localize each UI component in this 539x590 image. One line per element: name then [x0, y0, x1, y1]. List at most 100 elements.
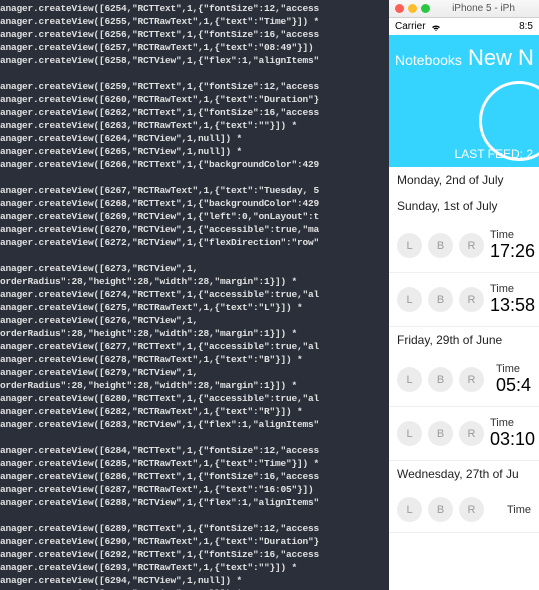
pill-b[interactable]: B — [428, 367, 453, 392]
console-line: anager.createView([6278,"RCTRawText",1,{… — [0, 353, 389, 366]
console-line: anager.createView([6262,"RCTText",1,{"fo… — [0, 106, 389, 119]
feed-time-value: 05:4 — [496, 375, 531, 396]
feed-row[interactable]: LBRTime17:26 — [389, 219, 539, 273]
lbr-group: LBR — [397, 421, 484, 446]
console-line: orderRadius":28,"height":28,"width":28,"… — [0, 275, 389, 288]
pill-r[interactable]: R — [459, 497, 484, 522]
console-line: anager.createView([6259,"RCTText",1,{"fo… — [0, 80, 389, 93]
console-line: anager.createView([6286,"RCTText",1,{"fo… — [0, 470, 389, 483]
app-header: Notebooks New N LAST FEED: 2 — [389, 35, 539, 167]
console-line: anager.createView([6268,"RCTText",1,{"ba… — [0, 197, 389, 210]
console-line: anager.createView([6273,"RCTView",1, — [0, 262, 389, 275]
pill-r[interactable]: R — [459, 367, 484, 392]
console-line: anager.createView([6272,"RCTView",1,{"fl… — [0, 236, 389, 249]
pill-r[interactable]: R — [459, 421, 484, 446]
console-line: anager.createView([6270,"RCTView",1,{"ac… — [0, 223, 389, 236]
status-bar: Carrier 8:5 — [389, 18, 539, 35]
nav-back-button[interactable]: Notebooks — [395, 52, 462, 68]
console-line: orderRadius":28,"height":28,"width":28,"… — [0, 327, 389, 340]
console-line: anager.createView([6277,"RCTText",1,{"ac… — [0, 340, 389, 353]
pill-l[interactable]: L — [397, 497, 422, 522]
pill-r[interactable]: R — [459, 233, 484, 258]
day-header: Wednesday, 27th of Ju — [389, 461, 539, 487]
status-time: 8:5 — [519, 21, 533, 32]
feed-time-label: Time — [490, 417, 535, 429]
console-line: anager.createView([6266,"RCTText",1,{"ba… — [0, 158, 389, 171]
feed-time-value: 13:58 — [490, 295, 535, 316]
feed-row[interactable]: LBRTime13:58 — [389, 273, 539, 327]
console-line: anager.createView([6289,"RCTText",1,{"fo… — [0, 522, 389, 535]
console-line — [0, 249, 389, 262]
window-maximize-button[interactable] — [421, 4, 430, 13]
console-line: anager.createView([6255,"RCTRawText",1,{… — [0, 15, 389, 28]
window-title: iPhone 5 - iPh — [434, 3, 533, 14]
feed-meta: Time17:26 — [490, 229, 535, 262]
pill-b[interactable]: B — [428, 233, 453, 258]
pill-b[interactable]: B — [428, 497, 453, 522]
console-line: anager.createView([6280,"RCTText",1,{"ac… — [0, 392, 389, 405]
console-line: anager.createView([6285,"RCTRawText",1,{… — [0, 457, 389, 470]
feed-time-label: Time — [507, 504, 531, 516]
last-feed-label: LAST FEED: 2 — [455, 147, 533, 161]
feed-meta: Time05:4 — [496, 363, 531, 396]
window-chrome: iPhone 5 - iPh — [389, 0, 539, 18]
feed-row[interactable]: LBR Time — [389, 487, 539, 533]
console-line: anager.createView([6257,"RCTRawText",1,{… — [0, 41, 389, 54]
console-line: anager.createView([6292,"RCTText",1,{"fo… — [0, 548, 389, 561]
feed-time-value: 17:26 — [490, 241, 535, 262]
day-header: Friday, 29th of June — [389, 327, 539, 353]
console-line: anager.createView([6254,"RCTText",1,{"fo… — [0, 2, 389, 15]
debug-console: anager.createView([6254,"RCTText",1,{"fo… — [0, 0, 389, 590]
console-line: anager.createView([6256,"RCTText",1,{"fo… — [0, 28, 389, 41]
console-line — [0, 431, 389, 444]
ios-simulator: iPhone 5 - iPh Carrier 8:5 Notebooks New… — [389, 0, 539, 590]
feed-row[interactable]: LBRTime03:10 — [389, 407, 539, 461]
day-header: Sunday, 1st of July — [389, 193, 539, 219]
feed-time-value: 03:10 — [490, 429, 535, 450]
pill-b[interactable]: B — [428, 421, 453, 446]
console-line — [0, 171, 389, 184]
console-line: anager.createView([6267,"RCTRawText",1,{… — [0, 184, 389, 197]
lbr-group: LBR — [397, 497, 484, 522]
console-line: anager.createView([6279,"RCTView",1, — [0, 366, 389, 379]
console-line: anager.createView([6276,"RCTView",1, — [0, 314, 389, 327]
console-line — [0, 67, 389, 80]
carrier-label: Carrier — [395, 21, 426, 32]
pill-l[interactable]: L — [397, 367, 422, 392]
pill-r[interactable]: R — [459, 287, 484, 312]
console-line: anager.createView([6282,"RCTRawText",1,{… — [0, 405, 389, 418]
console-line: anager.createView([6264,"RCTView",1,null… — [0, 132, 389, 145]
page-title: New N — [468, 45, 534, 71]
console-line: anager.createView([6260,"RCTRawText",1,{… — [0, 93, 389, 106]
feed-meta: Time03:10 — [490, 417, 535, 450]
lbr-group: LBR — [397, 233, 484, 258]
pill-l[interactable]: L — [397, 421, 422, 446]
feed-meta: Time — [507, 504, 531, 516]
feed-time-label: Time — [496, 363, 531, 375]
console-line: anager.createView([6288,"RCTView",1,{"fl… — [0, 496, 389, 509]
console-line: anager.createView([6283,"RCTView",1,{"fl… — [0, 418, 389, 431]
console-line: anager.createView([6293,"RCTRawText",1,{… — [0, 561, 389, 574]
pill-b[interactable]: B — [428, 287, 453, 312]
console-line: anager.createView([6263,"RCTRawText",1,{… — [0, 119, 389, 132]
feed-time-label: Time — [490, 283, 535, 295]
pill-l[interactable]: L — [397, 287, 422, 312]
console-line: anager.createView([6294,"RCTView",1,null… — [0, 574, 389, 587]
lbr-group: LBR — [397, 367, 484, 392]
window-close-button[interactable] — [395, 4, 404, 13]
feed-time-label: Time — [490, 229, 535, 241]
feed-meta: Time13:58 — [490, 283, 535, 316]
console-line: anager.createView([6274,"RCTText",1,{"ac… — [0, 288, 389, 301]
window-minimize-button[interactable] — [408, 4, 417, 13]
console-line — [0, 509, 389, 522]
day-header: Monday, 2nd of July — [389, 167, 539, 193]
console-line: anager.createView([6265,"RCTView",1,null… — [0, 145, 389, 158]
console-line: anager.createView([6290,"RCTRawText",1,{… — [0, 535, 389, 548]
feed-list[interactable]: Monday, 2nd of JulySunday, 1st of JulyLB… — [389, 167, 539, 590]
lbr-group: LBR — [397, 287, 484, 312]
wifi-icon — [430, 22, 442, 32]
pill-l[interactable]: L — [397, 233, 422, 258]
console-line: anager.createView([6287,"RCTRawText",1,{… — [0, 483, 389, 496]
console-line: anager.createView([6258,"RCTView",1,{"fl… — [0, 54, 389, 67]
feed-row[interactable]: LBR Time05:4 — [389, 353, 539, 407]
